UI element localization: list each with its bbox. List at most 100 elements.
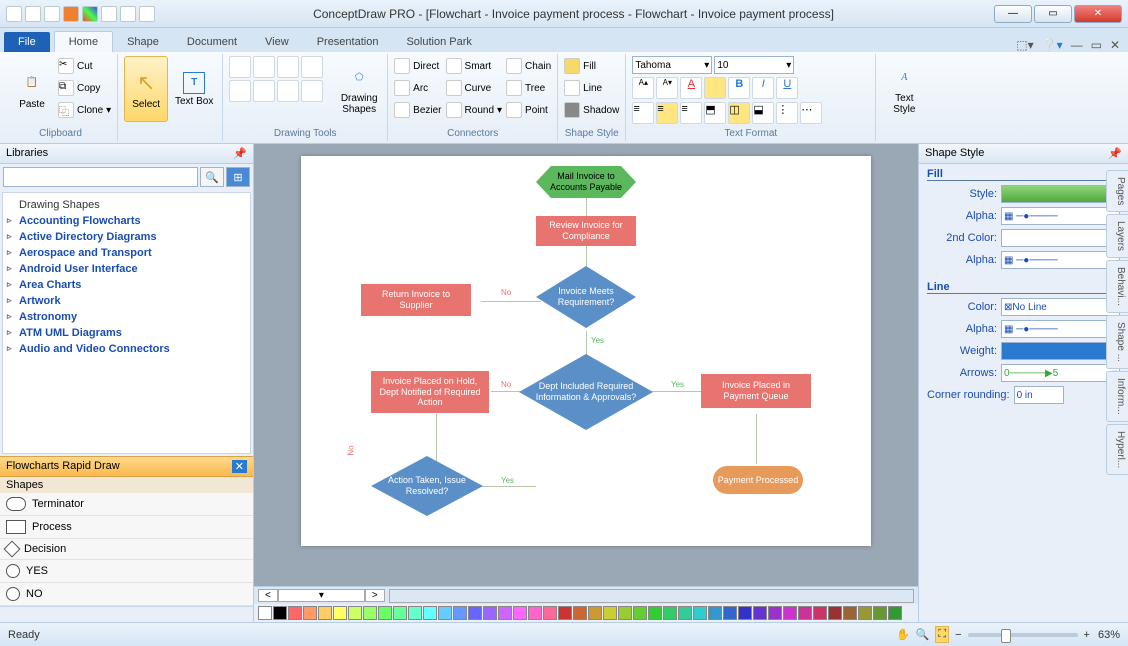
font-size-select[interactable]: 10▾ [714,56,794,74]
lib-accounting[interactable]: Accounting Flowcharts [7,213,246,229]
direct-button[interactable]: Direct [394,56,441,76]
node-action-taken[interactable]: Action Taken, Issue Resolved? [371,456,483,516]
font-color[interactable]: A [680,77,702,99]
library-search-input[interactable] [3,167,198,187]
node-return-supplier[interactable]: Return Invoice to Supplier [361,284,471,316]
swatch[interactable] [363,606,377,620]
textbox-button[interactable]: T Text Box [172,56,216,122]
align-left[interactable]: ≡ [632,102,654,124]
line-alpha-slider[interactable]: ▦ ─●──── [1001,320,1120,338]
swatch[interactable] [453,606,467,620]
swatch[interactable] [708,606,722,620]
swatch[interactable] [468,606,482,620]
child-close-icon[interactable]: ✕ [1110,38,1120,52]
copy-button[interactable]: ⧉Copy [58,78,111,98]
qat-btn-4[interactable] [63,6,79,22]
italic-button[interactable]: I [752,77,774,99]
swatch[interactable] [423,606,437,620]
swatch[interactable] [633,606,647,620]
qat-btn-3[interactable] [44,6,60,22]
valign-top[interactable]: ⬒ [704,102,726,124]
canvas-wrap[interactable]: Mail Invoice to Accounts Payable Review … [254,144,918,586]
swatch[interactable] [663,606,677,620]
font-grow[interactable]: A▴ [632,77,654,99]
color2-picker[interactable]: ▾ [1001,229,1120,247]
point-button[interactable]: Point [506,100,551,120]
shape-terminator[interactable]: Terminator [0,493,253,516]
tool-bezier[interactable] [301,80,323,102]
swatch[interactable] [348,606,362,620]
library-list[interactable]: Drawing Shapes Accounting Flowcharts Act… [2,192,251,454]
pin-icon[interactable]: 📌 [233,147,247,160]
swatch[interactable] [678,606,692,620]
sidetab-pages[interactable]: Pages [1106,170,1128,212]
paste-button[interactable]: 📋 Paste [10,56,54,122]
minimize-button[interactable]: — [994,5,1032,23]
tab-solution-park[interactable]: Solution Park [392,32,485,52]
rapid-draw-header[interactable]: Flowcharts Rapid Draw ✕ [0,456,253,477]
sidetab-shape[interactable]: Shape ... [1106,315,1128,369]
shape-process[interactable]: Process [0,516,253,539]
lib-area-charts[interactable]: Area Charts [7,277,246,293]
swatch[interactable] [408,606,422,620]
node-mail-invoice[interactable]: Mail Invoice to Accounts Payable [536,166,636,198]
swatch[interactable] [843,606,857,620]
zoom-tool-icon[interactable]: 🔍 [916,628,930,641]
hand-tool-icon[interactable]: ✋ [896,628,910,641]
view-mode-button[interactable]: ⊞ [226,167,250,187]
tool-curve[interactable] [301,56,323,78]
swatch[interactable] [333,606,347,620]
zoom-out-icon[interactable]: − [955,629,961,641]
page-next[interactable]: > [365,589,385,602]
align-center[interactable]: ≡ [656,102,678,124]
swatch[interactable] [618,606,632,620]
curve-button[interactable]: Curve [446,78,503,98]
arc-button[interactable]: Arc [394,78,441,98]
bezier-button[interactable]: Bezier [394,100,441,120]
page-prev[interactable]: < [258,589,278,602]
qat-btn-6[interactable] [101,6,117,22]
zoom-in-icon[interactable]: + [1084,629,1090,641]
swatch[interactable] [783,606,797,620]
clone-button[interactable]: ⿻Clone▾ [58,100,111,120]
swatch[interactable] [513,606,527,620]
lib-atm-uml[interactable]: ATM UML Diagrams [7,325,246,341]
lib-artwork[interactable]: Artwork [7,293,246,309]
numbers[interactable]: ⋯ [800,102,822,124]
qat-btn-5[interactable] [82,6,98,22]
swatch[interactable] [273,606,287,620]
help-icon-2[interactable]: ❔▾ [1042,38,1063,52]
swatch[interactable] [318,606,332,620]
lib-drawing-shapes[interactable]: Drawing Shapes [7,197,246,213]
sidetab-layers[interactable]: Layers [1106,214,1128,258]
swatch[interactable] [438,606,452,620]
cut-button[interactable]: ✂Cut [58,56,111,76]
shape-yes[interactable]: YES [0,560,253,583]
node-review[interactable]: Review Invoice for Compliance [536,216,636,246]
line-weight-picker[interactable]: ▾ [1001,342,1120,360]
canvas-tab-bar[interactable]: < ▾ > [254,586,918,604]
node-dept-approvals[interactable]: Dept Included Required Information & App… [519,354,653,430]
underline-button[interactable]: U [776,77,798,99]
highlight[interactable] [704,77,726,99]
tab-home[interactable]: Home [54,31,113,52]
swatch[interactable] [543,606,557,620]
swatch[interactable] [498,606,512,620]
pin-icon-right[interactable]: 📌 [1108,147,1122,160]
tab-presentation[interactable]: Presentation [303,32,393,52]
tool-line[interactable] [253,56,275,78]
zoom-slider[interactable] [968,633,1078,637]
swatch[interactable] [888,606,902,620]
swatch[interactable] [483,606,497,620]
swatch[interactable] [813,606,827,620]
tool-free[interactable] [277,80,299,102]
swatch[interactable] [753,606,767,620]
color2-alpha-slider[interactable]: ▦ ─●──── [1001,251,1120,269]
swatch[interactable] [738,606,752,620]
valign-bot[interactable]: ⬓ [752,102,774,124]
rounding-input[interactable]: 0 in [1014,386,1064,404]
page-tab-dropdown[interactable]: ▾ [278,589,365,602]
tool-ellipse[interactable] [229,80,251,102]
swatch[interactable] [573,606,587,620]
shape-no[interactable]: NO [0,583,253,606]
